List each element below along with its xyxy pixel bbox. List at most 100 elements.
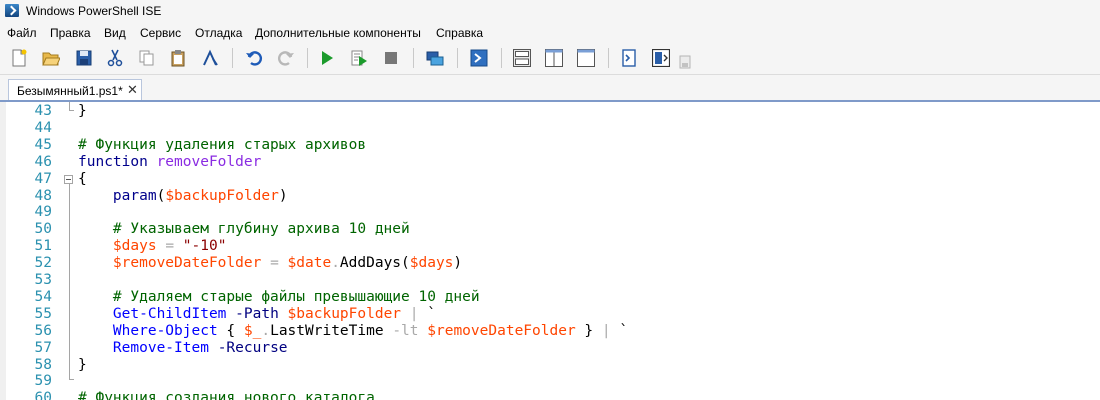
code-token-parameter: -Path bbox=[235, 305, 279, 322]
line-number: 46 bbox=[34, 153, 52, 170]
menu-addons[interactable]: Дополнительные компоненты bbox=[255, 26, 421, 40]
code-line[interactable]: 50 # Указываем глубину архива 10 дней bbox=[0, 221, 1100, 238]
code-line[interactable]: 57 Remove-Item -Recurse bbox=[0, 340, 1100, 357]
clear-console-icon[interactable] bbox=[201, 49, 219, 67]
show-command-addon-icon[interactable] bbox=[652, 49, 670, 67]
code-line[interactable]: 56 Where-Object { $_.LastWriteTime -lt $… bbox=[0, 323, 1100, 340]
code-line[interactable]: 58} bbox=[0, 357, 1100, 374]
code-token-member: AddDays bbox=[339, 255, 402, 272]
code-token-operator: -lt bbox=[392, 322, 419, 339]
show-script-maximized-icon[interactable] bbox=[577, 49, 595, 67]
code-token-plain: ) bbox=[453, 255, 463, 272]
code-token-variable: $days bbox=[112, 238, 157, 255]
fold-guide bbox=[69, 379, 74, 380]
code-line[interactable]: 53 bbox=[0, 272, 1100, 289]
menu-file[interactable]: Файл bbox=[7, 26, 37, 40]
code-token-keyword: param bbox=[112, 187, 157, 204]
code-line[interactable]: 46 function removeFolder bbox=[0, 154, 1100, 171]
toolbar-overflow-icon[interactable] bbox=[679, 55, 691, 69]
code-line[interactable]: 49 bbox=[0, 204, 1100, 221]
code-text: { bbox=[78, 171, 87, 188]
menu-debug[interactable]: Отладка bbox=[195, 26, 242, 40]
code-line[interactable]: 43} bbox=[0, 103, 1100, 120]
toolbar-separator bbox=[413, 48, 414, 68]
code-token-comment: # Функция удаления старых архивов bbox=[78, 136, 367, 153]
start-powershell-icon[interactable] bbox=[470, 49, 488, 67]
cut-icon[interactable] bbox=[106, 49, 124, 67]
code-text: } bbox=[78, 103, 87, 120]
code-line[interactable]: 52 $removeDateFolder = $date.AddDays($da… bbox=[0, 255, 1100, 272]
window-title: Windows PowerShell ISE bbox=[26, 4, 162, 18]
line-number: 55 bbox=[34, 305, 52, 322]
stop-icon[interactable] bbox=[382, 49, 400, 67]
code-token-command: Get-ChildItem bbox=[112, 305, 227, 322]
line-number: 54 bbox=[34, 288, 52, 305]
menu-edit[interactable]: Правка bbox=[50, 26, 91, 40]
line-number: 43 bbox=[34, 103, 52, 119]
code-token-plain: } bbox=[78, 103, 87, 119]
code-line[interactable]: 44 bbox=[0, 120, 1100, 137]
menu-tools[interactable]: Сервис bbox=[140, 26, 181, 40]
fold-collapse-icon[interactable] bbox=[64, 175, 73, 184]
redo-icon[interactable] bbox=[277, 49, 295, 67]
code-line[interactable]: 60 # Функция создания нового каталога bbox=[0, 390, 1100, 400]
new-remote-tab-icon[interactable] bbox=[426, 49, 444, 67]
code-token-function: removeFolder bbox=[156, 153, 262, 170]
code-line[interactable]: 55 Get-ChildItem -Path $backupFolder | ` bbox=[0, 306, 1100, 323]
line-number: 58 bbox=[34, 356, 52, 373]
new-script-icon[interactable] bbox=[10, 49, 28, 67]
toolbar-separator bbox=[501, 48, 502, 68]
code-text: Where-Object { $_.LastWriteTime -lt $rem… bbox=[78, 323, 628, 340]
code-text: function removeFolder bbox=[78, 154, 261, 171]
code-token-string: "-10" bbox=[182, 238, 227, 255]
script-editor[interactable]: 43} 44 45 # Функция удаления старых архивов… bbox=[0, 102, 1100, 400]
code-token-variable: $_ bbox=[243, 322, 262, 339]
code-token-operator: . bbox=[261, 322, 271, 339]
menu-help[interactable]: Справка bbox=[436, 26, 483, 40]
script-tab[interactable]: Безымянный1.ps1* ✕ bbox=[8, 79, 142, 100]
code-token-operator: . bbox=[331, 255, 340, 272]
line-number: 48 bbox=[34, 187, 52, 204]
paste-icon[interactable] bbox=[169, 49, 187, 67]
menu-bar: Файл Правка Вид Сервис Отладка Дополните… bbox=[0, 22, 1100, 42]
code-token-variable: $backupFolder bbox=[287, 305, 402, 322]
save-icon[interactable] bbox=[75, 49, 93, 67]
menu-view[interactable]: Вид bbox=[104, 26, 126, 40]
code-text: Remove-Item -Recurse bbox=[78, 340, 288, 357]
code-token-keyword: function bbox=[78, 153, 148, 170]
toolbar-separator bbox=[307, 48, 308, 68]
line-number: 45 bbox=[34, 136, 52, 153]
copy-icon[interactable] bbox=[138, 49, 156, 67]
code-text: param($backupFolder) bbox=[78, 188, 288, 205]
undo-icon[interactable] bbox=[245, 49, 263, 67]
code-line[interactable]: 54 # Удаляем старые файлы превышающие 10… bbox=[0, 289, 1100, 306]
line-number: 57 bbox=[34, 339, 52, 356]
code-text: Get-ChildItem -Path $backupFolder | ` bbox=[78, 306, 436, 323]
code-line[interactable]: 45 # Функция удаления старых архивов bbox=[0, 137, 1100, 154]
code-line[interactable]: 47 { bbox=[0, 171, 1100, 188]
open-folder-icon[interactable] bbox=[42, 49, 60, 67]
powershell-app-icon bbox=[5, 4, 19, 17]
close-icon[interactable]: ✕ bbox=[127, 82, 138, 98]
line-number: 51 bbox=[34, 238, 52, 255]
show-script-right-icon[interactable] bbox=[545, 49, 563, 67]
line-number: 59 bbox=[34, 373, 52, 390]
code-text: # Указываем глубину архива 10 дней bbox=[78, 221, 410, 238]
code-line[interactable]: 51 $days = "-10" bbox=[0, 238, 1100, 255]
code-token-operator: = bbox=[165, 238, 175, 255]
code-line[interactable]: 48 param($backupFolder) bbox=[0, 188, 1100, 205]
code-line[interactable]: 59 bbox=[0, 373, 1100, 390]
line-number: 52 bbox=[34, 255, 52, 272]
code-token-plain: ) bbox=[278, 187, 288, 204]
run-script-icon[interactable] bbox=[318, 49, 336, 67]
fold-guide bbox=[69, 184, 70, 379]
run-selection-icon[interactable] bbox=[350, 49, 368, 67]
toolbar-separator bbox=[608, 48, 609, 68]
show-script-top-icon[interactable] bbox=[513, 49, 531, 67]
show-command-window-icon[interactable] bbox=[620, 49, 638, 67]
